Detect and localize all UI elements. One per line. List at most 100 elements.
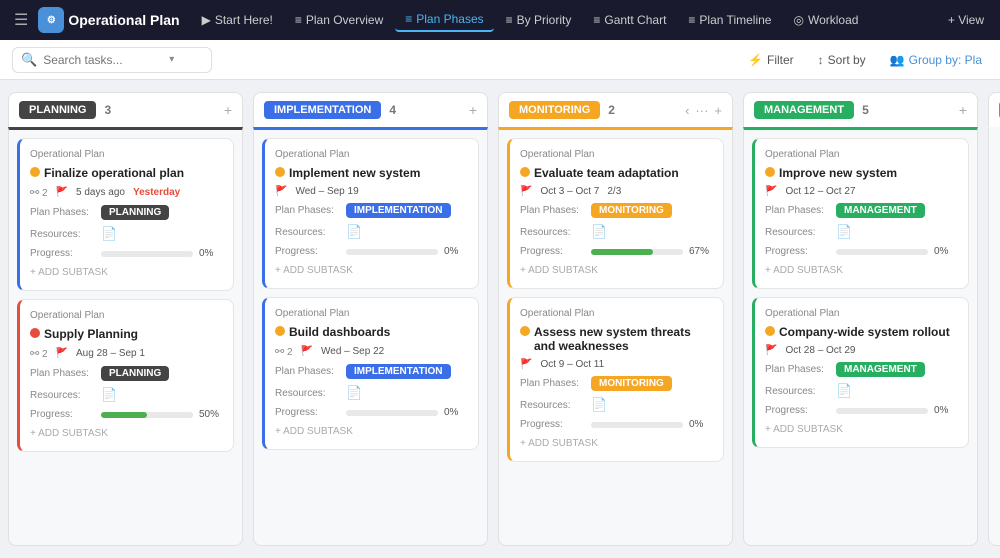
task-parent-label: Operational Plan <box>520 149 713 160</box>
task-date: Oct 28 – Oct 29 <box>785 345 855 356</box>
add-subtask-button[interactable]: + ADD SUBTASK <box>30 426 223 441</box>
add-subtask-button[interactable]: + ADD SUBTASK <box>275 263 468 278</box>
task-resource-icon: 📄 <box>836 224 852 240</box>
search-input[interactable] <box>43 53 163 67</box>
sort-icon: ↕ <box>818 53 824 67</box>
task-card[interactable]: Operational PlanCompany-wide system roll… <box>752 297 969 448</box>
add-subtask-button[interactable]: + ADD SUBTASK <box>275 424 468 439</box>
task-meta-row: 🚩Oct 3 – Oct 72/3 <box>520 186 713 197</box>
tab-icon: ≡ <box>295 13 302 27</box>
task-card[interactable]: Operational PlanImplement new system🚩Wed… <box>262 138 479 289</box>
add-view-button[interactable]: + View <box>940 9 992 31</box>
add-column-icon[interactable]: + <box>469 102 477 118</box>
task-phase-label: Plan Phases: <box>275 205 340 216</box>
column-body-implementation: Operational PlanImplement new system🚩Wed… <box>253 127 488 546</box>
toolbar: 🔍 ▾ ⚡ Filter ↕ Sort by 👥 Group by: Pla <box>0 40 1000 80</box>
task-card[interactable]: Operational PlanBuild dashboards⚯ 2🚩Wed … <box>262 297 479 450</box>
column-actions-monitoring[interactable]: ‹ ··· + <box>685 103 722 118</box>
task-progress-bar-bg <box>101 251 193 257</box>
task-parent-label: Operational Plan <box>30 149 223 160</box>
task-progress-bar-bg <box>836 249 928 255</box>
task-resources-row: Resources:📄 <box>30 387 223 403</box>
task-card[interactable]: Operational PlanFinalize operational pla… <box>17 138 234 291</box>
task-parent-label: Operational Plan <box>30 310 223 321</box>
tab-plan-timeline[interactable]: ≡ Plan Timeline <box>678 9 781 31</box>
search-box[interactable]: 🔍 ▾ <box>12 47 212 73</box>
task-status-dot <box>520 167 530 177</box>
task-title: Improve new system <box>765 166 958 180</box>
task-progress-row: Progress:0% <box>275 246 468 257</box>
task-resources-row: Resources: 📄 <box>275 385 468 401</box>
task-resource-icon: 📄 <box>591 397 607 413</box>
task-phase-row: Plan Phases:IMPLEMENTATION <box>275 203 468 218</box>
column-header-planning: PLANNING3+ <box>8 92 243 127</box>
task-progress-bar-bg <box>836 408 928 414</box>
add-subtask-button[interactable]: + ADD SUBTASK <box>30 265 223 280</box>
tab-by-priority[interactable]: ≡ By Priority <box>496 9 582 31</box>
tab-icon: ≡ <box>506 13 513 27</box>
column-body-monitoring: Operational PlanEvaluate team adaptation… <box>498 127 733 546</box>
column-header-monitoring: MONITORING2‹···+ <box>498 92 733 127</box>
task-resources-label: Resources: <box>30 229 95 240</box>
filter-button[interactable]: ⚡ Filter <box>742 49 800 71</box>
task-progress-label: Progress: <box>520 419 585 430</box>
filter-icon: ⚡ <box>748 53 763 67</box>
task-title-text: Build dashboards <box>289 325 390 339</box>
task-title-text: Improve new system <box>779 166 897 180</box>
task-phase-row: Plan Phases: PLANNING <box>30 366 223 381</box>
tab-icon: ▶ <box>202 13 211 27</box>
task-flag-icon: 🚩 <box>301 346 313 357</box>
add-subtask-button[interactable]: + ADD SUBTASK <box>520 436 713 451</box>
tab-start-here[interactable]: ▶ Start Here! <box>192 9 283 31</box>
add-subtask-button[interactable]: + ADD SUBTASK <box>765 422 958 437</box>
partial-column-header: Em <box>988 92 1000 127</box>
column-management: MANAGEMENT5+Operational PlanImprove new … <box>743 92 978 546</box>
search-caret-icon[interactable]: ▾ <box>169 54 174 65</box>
add-subtask-button[interactable]: + ADD SUBTASK <box>765 263 958 278</box>
task-meta-row: ⚯ 2🚩Wed – Sep 22 <box>275 345 468 358</box>
task-date: Wed – Sep 19 <box>295 186 358 197</box>
tab-plan-overview[interactable]: ≡ Plan Overview <box>285 9 393 31</box>
task-title: Build dashboards <box>275 325 468 339</box>
task-progress-bar-fill <box>101 412 147 418</box>
column-actions-planning[interactable]: + <box>224 102 232 118</box>
task-progress-pct: 0% <box>934 246 958 257</box>
task-phase-label: Plan Phases: <box>520 205 585 216</box>
prev-icon[interactable]: ‹ <box>685 103 689 118</box>
task-card[interactable]: Operational PlanEvaluate team adaptation… <box>507 138 724 289</box>
task-phase-tag: MANAGEMENT <box>836 203 925 218</box>
task-progress-bar-bg <box>591 422 683 428</box>
column-monitoring: MONITORING2‹···+Operational PlanEvaluate… <box>498 92 733 546</box>
task-date: 5 days ago <box>76 187 125 198</box>
tab-plan-phases[interactable]: ≡ Plan Phases <box>395 8 493 32</box>
partial-column-body <box>988 127 1000 546</box>
task-phase-label: Plan Phases: <box>275 366 340 377</box>
more-icon[interactable]: ··· <box>695 103 708 118</box>
task-date-extra: Yesterday <box>133 187 180 198</box>
tab-workload[interactable]: ◎ Workload <box>783 9 868 31</box>
add-column-icon[interactable]: + <box>959 102 967 118</box>
add-icon[interactable]: + <box>714 103 722 118</box>
add-subtask-button[interactable]: + ADD SUBTASK <box>520 263 713 278</box>
task-card[interactable]: Operational PlanImprove new system🚩Oct 1… <box>752 138 969 289</box>
task-phase-tag: PLANNING <box>101 366 169 381</box>
task-resources-label: Resources: <box>275 388 340 399</box>
sort-button[interactable]: ↕ Sort by <box>812 49 872 71</box>
task-phase-row: Plan Phases:MANAGEMENT <box>765 362 958 377</box>
task-resource-icon: 📄 <box>346 385 362 401</box>
task-card[interactable]: Operational PlanSupply Planning⚯ 2🚩Aug 2… <box>17 299 234 452</box>
column-badge-management: MANAGEMENT <box>754 101 854 119</box>
task-meta-row: 🚩Wed – Sep 19 <box>275 186 468 197</box>
task-meta-row: ⚯ 2🚩Aug 28 – Sep 1 <box>30 347 223 360</box>
column-actions-implementation[interactable]: + <box>469 102 477 118</box>
task-subtask-count: ⚯ 2 <box>30 186 48 199</box>
task-card[interactable]: Operational PlanAssess new system threat… <box>507 297 724 462</box>
tab-gantt-chart[interactable]: ≡ Gantt Chart <box>583 9 676 31</box>
hamburger-icon[interactable]: ☰ <box>8 6 34 34</box>
group-by-button[interactable]: 👥 Group by: Pla <box>884 49 988 71</box>
task-phase-label: Plan Phases: <box>30 368 95 379</box>
column-actions-management[interactable]: + <box>959 102 967 118</box>
task-progress-bar-fill <box>591 249 653 255</box>
task-phase-row: Plan Phases:MONITORING <box>520 376 713 391</box>
add-column-icon[interactable]: + <box>224 102 232 118</box>
